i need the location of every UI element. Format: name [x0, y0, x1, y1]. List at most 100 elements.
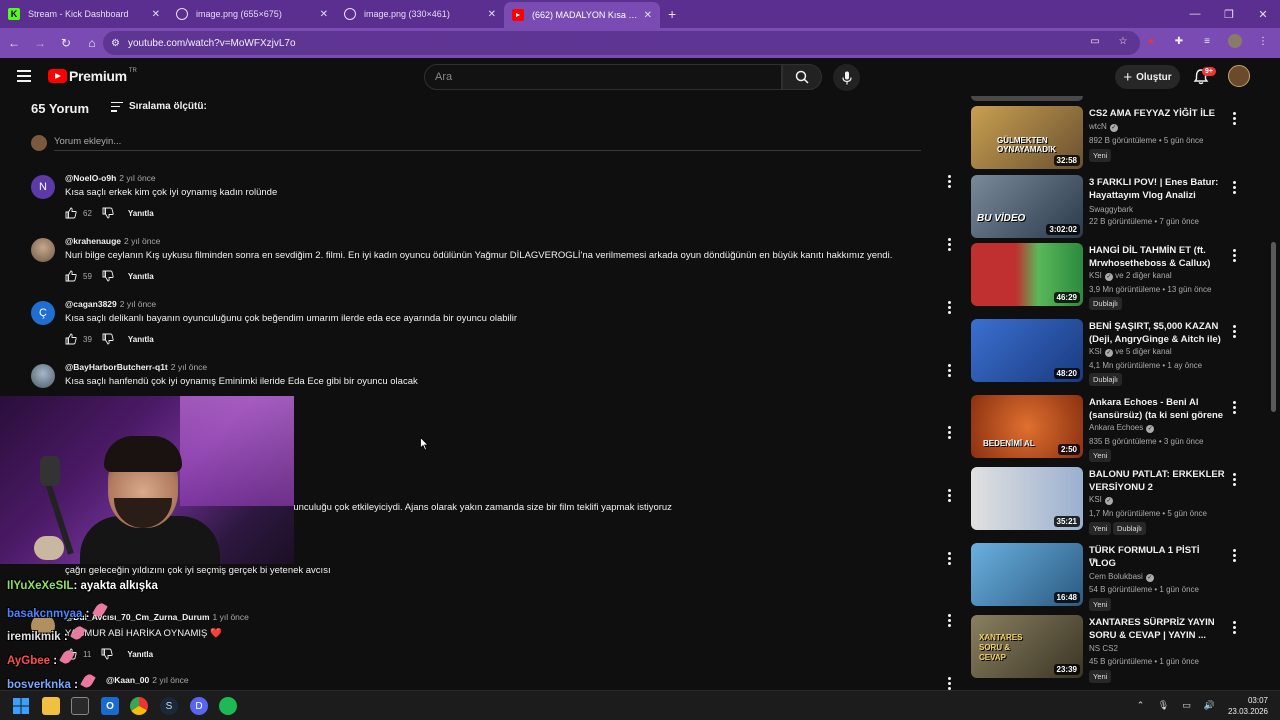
comment-author[interactable]: @BayHarborButcherr-q1t 2 yıl önce: [65, 362, 207, 372]
close-window-icon[interactable]: ✕: [1246, 0, 1280, 28]
comment-time[interactable]: 2 yıl önce: [119, 173, 155, 183]
video-thumbnail[interactable]: GÜLMEKTEN OYNAYAMADIK 32:58: [971, 106, 1083, 169]
video-more-icon[interactable]: [1233, 249, 1236, 264]
recommended-video[interactable]: XANTARES SORU & CEVAP 23:39 XANTARES SÜR…: [971, 615, 1251, 683]
thumbs-down-icon[interactable]: [102, 333, 114, 345]
reading-list-icon[interactable]: ≡: [1200, 34, 1214, 48]
outlook-icon[interactable]: O: [101, 697, 119, 715]
reply-button[interactable]: Yanıtla: [128, 335, 154, 344]
thumbs-down-icon[interactable]: [102, 270, 114, 282]
chrome-icon[interactable]: [130, 697, 148, 715]
windows-start-icon[interactable]: [12, 697, 30, 715]
scrollbar-thumb[interactable]: [1271, 242, 1276, 412]
close-icon[interactable]: ✕: [488, 9, 496, 20]
video-thumbnail[interactable]: XANTARES SORU & CEVAP 23:39: [971, 615, 1083, 678]
tab-kick-dashboard[interactable]: K Stream - Kick Dashboard ✕: [0, 0, 168, 28]
search-button[interactable]: [782, 64, 822, 90]
channel-name[interactable]: Cem Bolukbasi ✓: [1089, 572, 1154, 582]
home-icon[interactable]: ⌂: [80, 31, 104, 55]
video-thumbnail[interactable]: 35:21: [971, 467, 1083, 530]
recommended-video[interactable]: BEDENİMİ AL 2:50 Ankara Echoes - Beni Al…: [971, 395, 1251, 462]
close-icon[interactable]: ✕: [320, 9, 328, 20]
display-icon[interactable]: ▭: [1180, 699, 1193, 712]
video-thumbnail[interactable]: BU VİDEO 3:02:02: [971, 175, 1083, 238]
volume-icon[interactable]: 🔊: [1203, 699, 1216, 712]
new-tab-button[interactable]: +: [668, 6, 676, 22]
thumbs-up-icon[interactable]: [65, 270, 77, 282]
comment-more-icon[interactable]: [948, 426, 951, 441]
video-more-icon[interactable]: [1233, 325, 1236, 340]
reload-icon[interactable]: ↻: [54, 31, 78, 55]
cast-icon[interactable]: ▭: [1088, 34, 1102, 48]
tab-image-2[interactable]: image.png (330×461) ✕: [336, 0, 504, 28]
thumbs-down-icon[interactable]: [101, 648, 113, 660]
video-thumbnail[interactable]: 16:48: [971, 543, 1083, 606]
comment-author[interactable]: @cagan3829 2 yıl önce: [65, 299, 156, 309]
address-bar[interactable]: ⚙ youtube.com/watch?v=MoWFXzjvL7o: [103, 31, 1140, 55]
tab-youtube-madalyon[interactable]: (662) MADALYON Kısa Film - Yo ✕: [504, 2, 660, 28]
video-more-icon[interactable]: [1233, 549, 1236, 564]
recommended-video[interactable]: BU VİDEO 3:02:02 3 FARKLI POV! | Enes Ba…: [971, 175, 1251, 239]
channel-name[interactable]: Swaggybark: [1089, 205, 1133, 214]
video-thumbnail[interactable]: BEDENİMİ AL 2:50: [971, 395, 1083, 458]
discord-icon[interactable]: D: [190, 697, 208, 715]
reply-button[interactable]: Yanıtla: [128, 272, 154, 281]
avatar[interactable]: Ç: [31, 301, 55, 325]
chevron-up-icon[interactable]: ⌃: [1134, 699, 1147, 712]
minimize-icon[interactable]: —: [1178, 0, 1212, 28]
close-icon[interactable]: ✕: [644, 10, 652, 21]
video-more-icon[interactable]: [1233, 181, 1236, 196]
extensions-icon[interactable]: ✚: [1172, 34, 1186, 48]
video-more-icon[interactable]: [1233, 112, 1236, 127]
reply-button[interactable]: Yanıtla: [128, 209, 154, 218]
reply-button[interactable]: Yanıtla: [127, 650, 153, 659]
comment-more-icon[interactable]: [948, 364, 951, 379]
maximize-icon[interactable]: ❐: [1212, 0, 1246, 28]
video-thumbnail[interactable]: 48:20: [971, 319, 1083, 382]
site-info-icon[interactable]: ⚙: [111, 38, 120, 49]
page-scrollbar[interactable]: [1271, 62, 1276, 682]
recommended-video[interactable]: 16:48 TÜRK FORMULA 1 PİSTİ VLOG TR Cem B…: [971, 543, 1251, 611]
channel-name[interactable]: NS CS2: [1089, 644, 1118, 653]
avatar[interactable]: [31, 364, 55, 388]
channel-name[interactable]: wtcN ✓: [1089, 122, 1118, 132]
comment-more-icon[interactable]: [948, 175, 951, 190]
steam-icon[interactable]: S: [160, 697, 178, 715]
add-comment-field[interactable]: Yorum ekleyin...: [31, 134, 921, 152]
video-thumbnail[interactable]: 46:29: [971, 243, 1083, 306]
search-input[interactable]: Ara: [424, 64, 782, 90]
comment-more-icon[interactable]: [948, 489, 951, 504]
recommended-video[interactable]: 48:20 BENİ ŞAŞIRT, $5,000 KAZAN (Deji, A…: [971, 319, 1251, 386]
spotify-icon[interactable]: [219, 697, 237, 715]
comment-more-icon[interactable]: [948, 301, 951, 316]
create-button[interactable]: + Oluştur: [1115, 65, 1180, 89]
recommended-video[interactable]: 35:21 BALONU PATLAT: ERKEKLER VERSİYONU …: [971, 467, 1251, 535]
back-icon[interactable]: ←: [2, 31, 26, 55]
comment-time[interactable]: 2 yıl önce: [152, 675, 188, 685]
avatar[interactable]: [31, 238, 55, 262]
user-avatar[interactable]: [1228, 65, 1250, 87]
comment-time[interactable]: 2 yıl önce: [171, 362, 207, 372]
channel-name[interactable]: Ankara Echoes ✓: [1089, 423, 1155, 433]
comment-time[interactable]: 2 yıl önce: [120, 299, 156, 309]
channel-name[interactable]: KSI ✓ ve 5 diğer kanal: [1089, 347, 1172, 357]
video-more-icon[interactable]: [1233, 473, 1236, 488]
profile-icon[interactable]: [1228, 34, 1242, 48]
bookmark-star-icon[interactable]: ☆: [1116, 34, 1130, 48]
tab-image-1[interactable]: image.png (655×675) ✕: [168, 0, 336, 28]
menu-icon[interactable]: ⋮: [1256, 34, 1270, 48]
recommended-video[interactable]: GÜLMEKTEN OYNAYAMADIK 32:58 CS2 AMA FEYY…: [971, 106, 1251, 170]
microphone-tray-icon[interactable]: 🎙: [1157, 699, 1170, 712]
voice-search-button[interactable]: [833, 64, 860, 91]
channel-name[interactable]: KSI ✓: [1089, 495, 1113, 505]
extension-red-icon[interactable]: ●: [1144, 34, 1158, 48]
forward-icon[interactable]: →: [28, 31, 52, 55]
store-icon[interactable]: [71, 697, 89, 715]
comment-more-icon[interactable]: [948, 552, 951, 567]
comment-more-icon[interactable]: [948, 614, 951, 629]
avatar[interactable]: N: [31, 175, 55, 199]
taskbar-clock[interactable]: 03:07 23.03.2026: [1228, 695, 1268, 717]
comment-author[interactable]: @Kaan_00 2 yıl önce: [106, 675, 189, 685]
channel-name[interactable]: KSI ✓ ve 2 diğer kanal: [1089, 271, 1172, 281]
comment-more-icon[interactable]: [948, 238, 951, 253]
